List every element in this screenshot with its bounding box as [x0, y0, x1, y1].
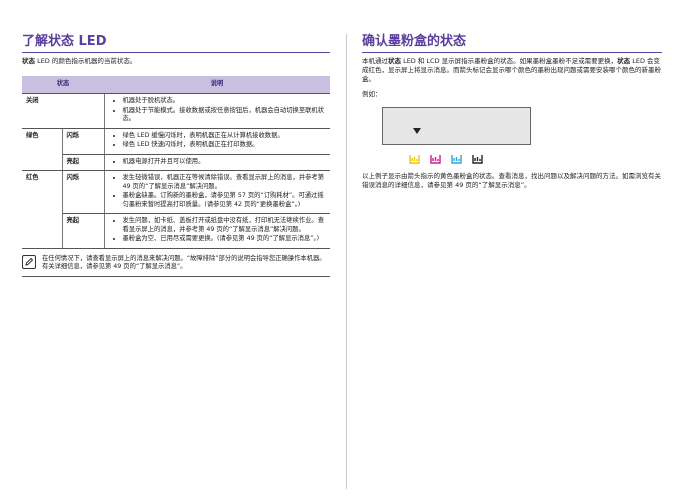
row-green-on: 亮起 机器电源打开并且可以使用。: [22, 154, 330, 171]
row-off: 关闭 机器处于脱机状态。 机器处于节能模式。接收数据或按任意按钮后，机器会自动切…: [22, 93, 330, 129]
text-run: 本机通过: [362, 57, 388, 65]
toner-cyan-icon: [451, 154, 462, 164]
section-title: 确认墨粉盒的状态: [362, 34, 467, 49]
status-led-section: 了解状态 LED 状态 LED 的颜色指示机器的当前状态。 状态 说明 关闭 机…: [22, 34, 330, 277]
header-description: 说明: [104, 76, 330, 94]
text-bold: 状态: [617, 57, 631, 65]
status-off: 关闭: [22, 93, 105, 129]
intro-bold: 状态: [22, 57, 35, 65]
mode-on: 亮起: [62, 154, 105, 171]
desc-item: 机器处于节能模式。接收数据或按任意按钮后，机器会自动切换至联机状态。: [123, 107, 327, 124]
desc-item: 发生轻微错误，机器正在等候清除错误。查看显示屏上的消息，并参考第 49 页的“了…: [123, 174, 327, 191]
status-green: 绿色: [22, 128, 63, 154]
desc-item: 发生问题，如卡纸、盖板打开或纸盘中没有纸，打印机无法继续作业。查看显示屏上的消息…: [123, 217, 327, 234]
row-red-on: 亮起 发生问题，如卡纸、盖板打开或纸盘中没有纸，打印机无法继续作业。查看显示屏上…: [22, 213, 330, 249]
row-red-blink: 红色 闪烁 发生轻微错误，机器正在等候清除错误。查看显示屏上的消息，并参考第 4…: [22, 170, 330, 214]
desc-item: 墨粉盒为空、已用尽或需要更换。(请参见第 49 页的“了解显示消息”。): [123, 235, 327, 244]
arrow-down-icon: [413, 128, 421, 134]
lcd-display: [382, 107, 531, 145]
example-label: 例如：: [362, 90, 382, 98]
header-status: 状态: [22, 76, 104, 94]
title-rule: [22, 52, 330, 53]
intro-text: 状态 LED 的颜色指示机器的当前状态。: [22, 57, 330, 66]
mode-on: 亮起: [62, 213, 105, 249]
note-text: 在任何情况下，请查看显示屏上的消息来解决问题。“故障排除”部分的说明会指导您正确…: [42, 254, 326, 271]
toner-paragraph: 本机通过状态 LED 和 LCD 显示屏指示墨粉盒的状态。如果墨粉盒墨粉不足或需…: [362, 57, 662, 84]
toner-status-section: 确认墨粉盒的状态 本机通过状态 LED 和 LCD 显示屏指示墨粉盒的状态。如果…: [362, 34, 662, 190]
title-rule: [362, 52, 662, 53]
status-red: 红色: [22, 170, 63, 214]
note-pencil-icon: [22, 254, 36, 269]
intro-rest: LED 的颜色指示机器的当前状态。: [35, 57, 137, 65]
desc-item: 绿色 LED 快速闪烁时，表明机器正在打印数据。: [123, 141, 327, 150]
toner-magenta-icon: [430, 154, 441, 164]
status-table: 状态 说明 关闭 机器处于脱机状态。 机器处于节能模式。接收数据或按任意按钮后，…: [22, 76, 330, 249]
note-box: 在任何情况下，请查看显示屏上的消息来解决问题。“故障排除”部分的说明会指导您正确…: [22, 254, 330, 272]
desc-item: 机器处于脱机状态。: [123, 97, 327, 106]
column-divider: [346, 34, 347, 489]
text-run: LED 和 LCD 显示屏指示墨粉盒的状态。如果墨粉盒墨粉不足或需要更换，: [401, 57, 618, 65]
desc-item: 绿色 LED 缓慢闪烁时，表明机器正在从计算机接收数据。: [123, 132, 327, 141]
mode-blink: 闪烁: [62, 128, 105, 155]
toner-explanation: 以上例子显示由箭头指示的黄色墨粉盒的状态。查看消息，找出问题以及解决问题的方法。…: [362, 172, 661, 189]
note-rule: [22, 275, 330, 277]
toner-yellow-icon: [409, 154, 420, 164]
toner-indicators: [409, 154, 662, 164]
toner-black-icon: [472, 154, 483, 164]
desc-item: 墨粉盒缺墨。订购新的墨粉盒，请参见第 57 页的“订购耗材”。可通过摇匀墨粉来暂…: [123, 192, 327, 209]
text-bold: 状态: [388, 57, 401, 65]
section-title: 了解状态 LED: [22, 34, 107, 49]
desc-item: 机器电源打开并且可以使用。: [123, 158, 327, 167]
row-green-blink: 绿色 闪烁 绿色 LED 缓慢闪烁时，表明机器正在从计算机接收数据。 绿色 LE…: [22, 128, 330, 155]
mode-blink: 闪烁: [62, 170, 105, 214]
